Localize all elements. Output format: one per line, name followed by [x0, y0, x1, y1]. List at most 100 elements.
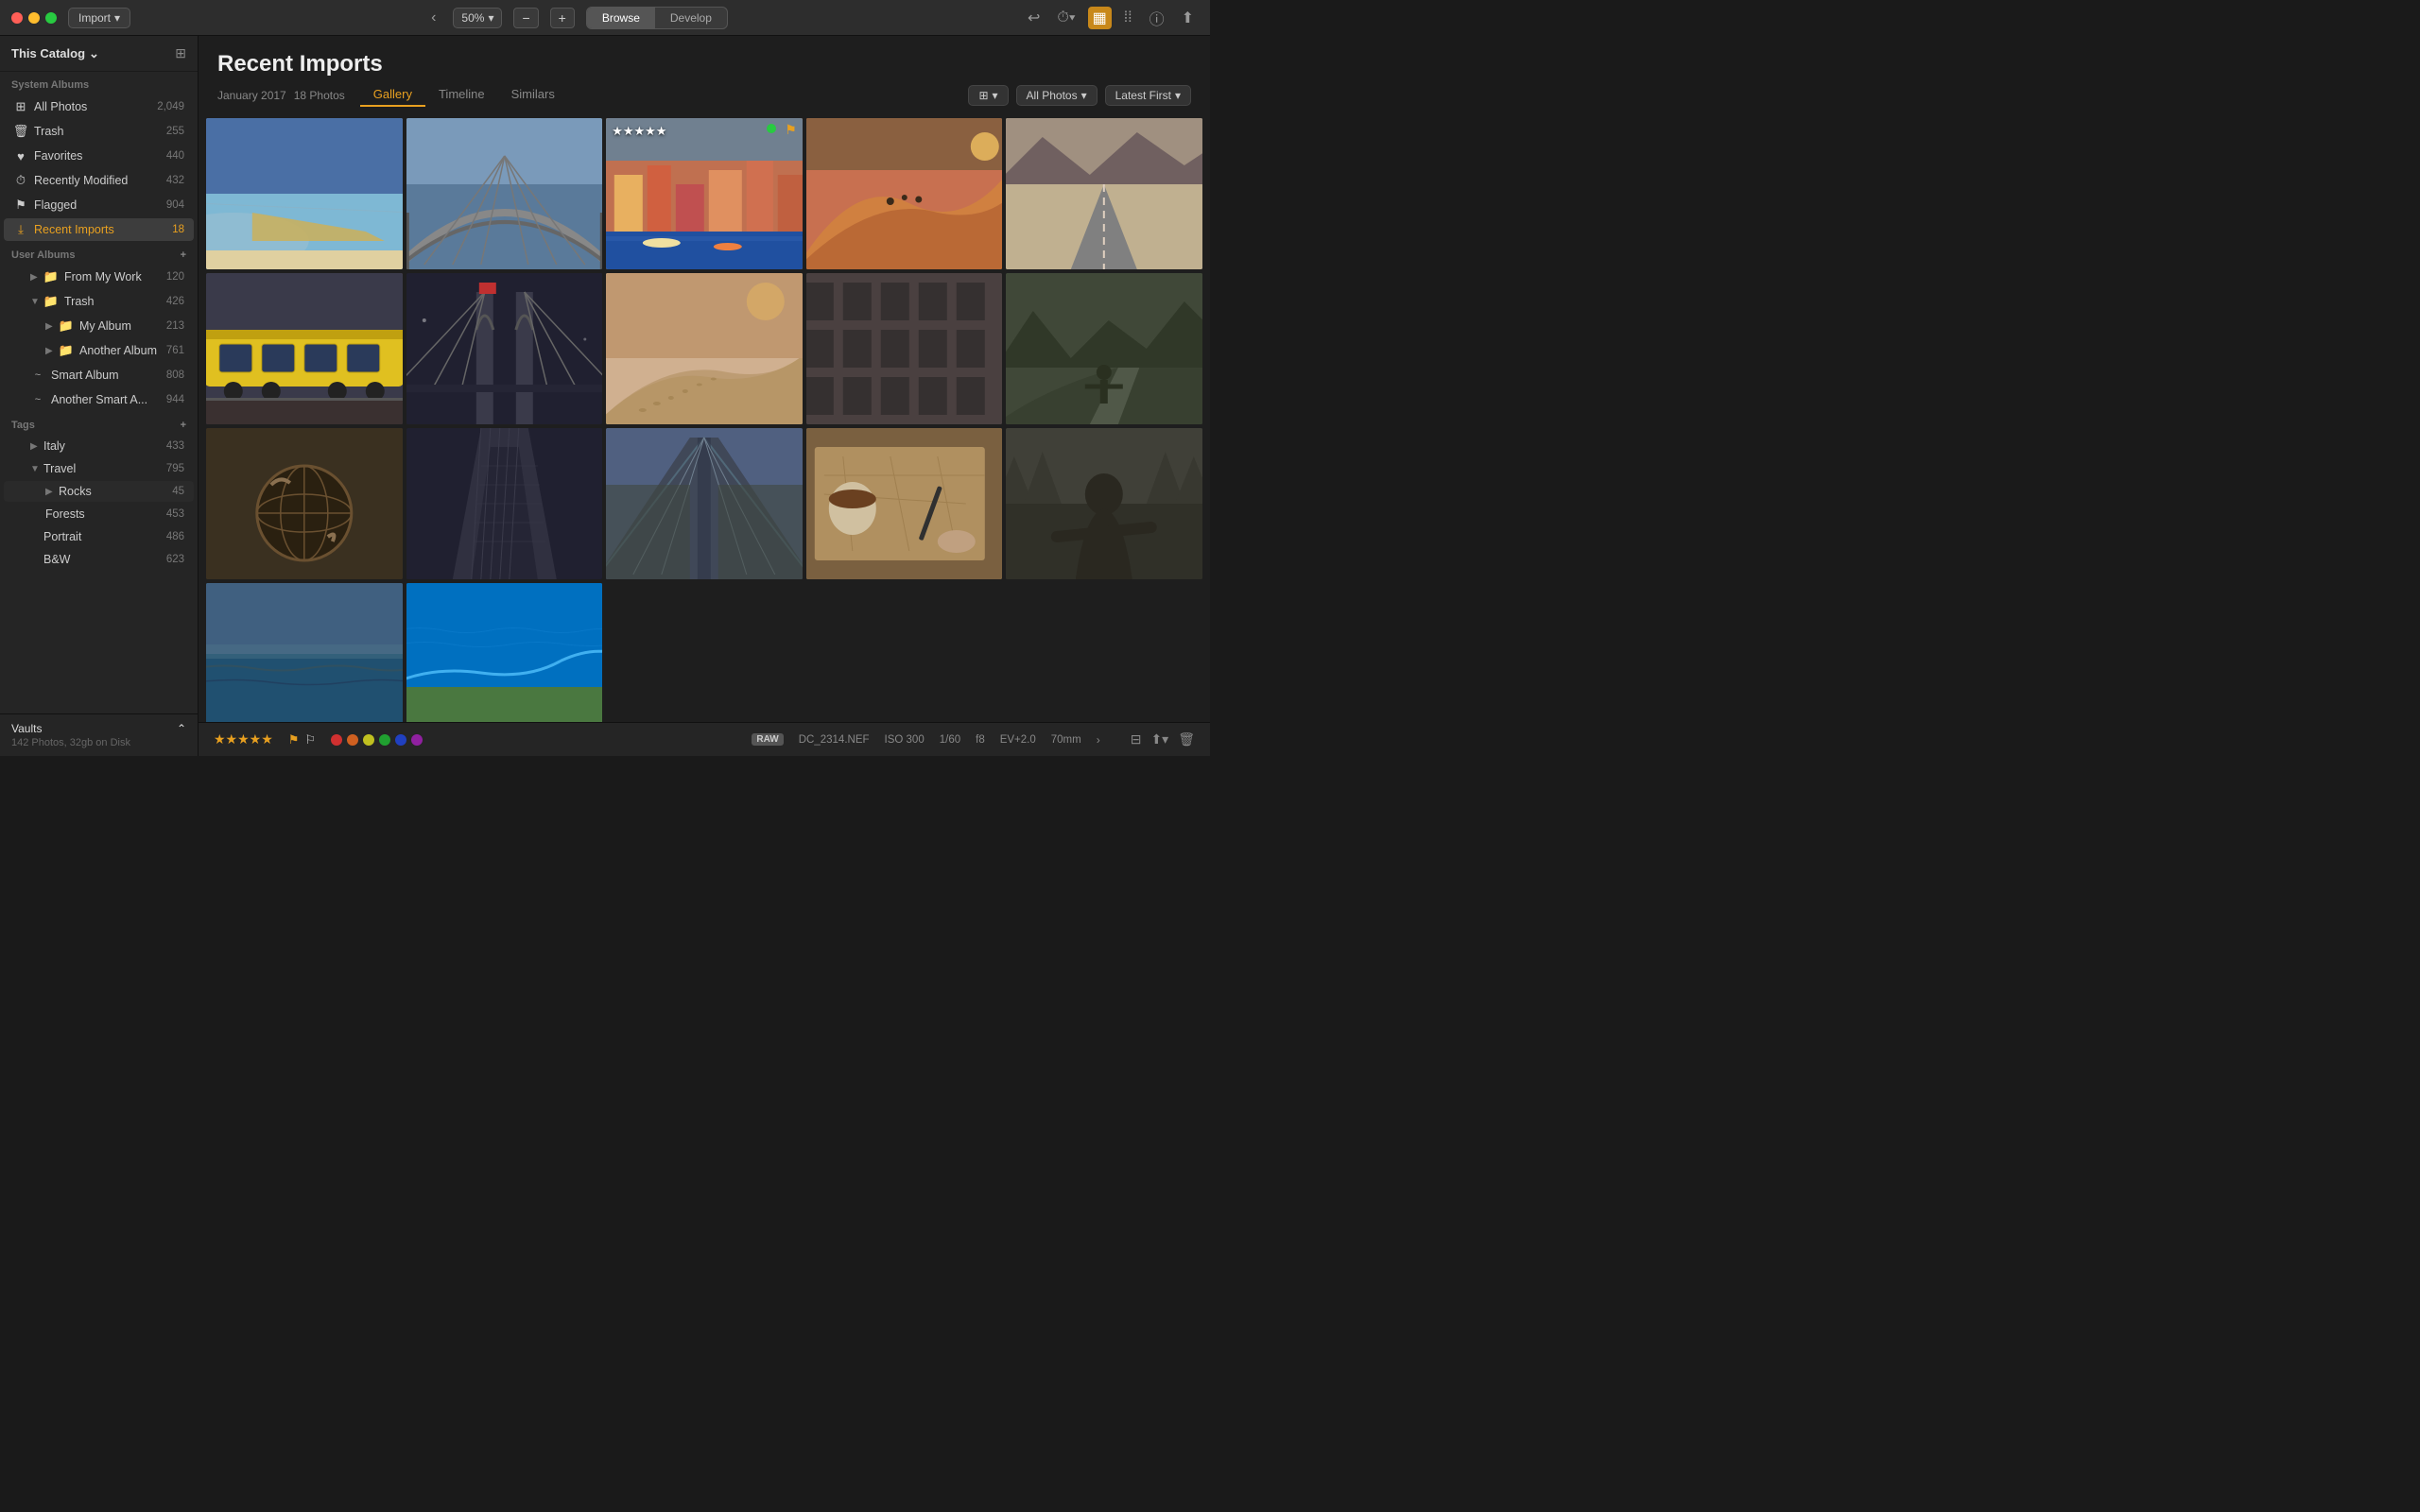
smart-album-label: Smart Album [51, 369, 162, 382]
tab-similars[interactable]: Similars [498, 83, 568, 107]
sidebar-item-flagged[interactable]: ⚑ Flagged 904 [4, 194, 194, 216]
expand-travel[interactable]: ▼ [30, 464, 42, 474]
sidebar-item-another-smart[interactable]: ~ Another Smart A... 944 [4, 388, 194, 411]
color-green[interactable] [379, 734, 390, 746]
expand-another-album[interactable]: ▶ [45, 346, 57, 356]
color-red[interactable] [331, 734, 342, 746]
back-button[interactable]: ‹ [425, 8, 441, 28]
traffic-lights [11, 12, 57, 24]
recent-imports-label: Recent Imports [34, 223, 162, 236]
focal: 70mm [1051, 734, 1081, 746]
content-title: Recent Imports [217, 51, 1191, 77]
photo-cell-6[interactable] [206, 273, 403, 424]
catalog-selector[interactable]: This Catalog ⌄ [11, 46, 99, 61]
photo-cell-7[interactable] [406, 273, 603, 424]
more-info[interactable]: › [1097, 733, 1100, 747]
photo-cell-2[interactable] [406, 118, 603, 269]
content-header-row: January 2017 18 Photos Gallery Timeline … [217, 83, 1191, 107]
compare-button[interactable]: ⊟ [1131, 731, 1142, 747]
color-purple[interactable] [411, 734, 423, 746]
status-stars[interactable]: ★★★★★ [214, 731, 273, 747]
panels-button[interactable]: ⁞⁞ [1119, 8, 1137, 28]
photo-cell-13[interactable] [606, 428, 803, 579]
photo-flag-3: ⚑ [785, 122, 797, 138]
expand-trash-album[interactable]: ▼ [30, 297, 42, 307]
sidebar-item-another-album[interactable]: ▶ 📁 Another Album 761 [4, 339, 194, 362]
fullscreen-button[interactable] [45, 12, 57, 24]
sidebar-item-rocks[interactable]: ▶ Rocks 45 [4, 481, 194, 502]
sidebar-item-my-album[interactable]: ▶ 📁 My Album 213 [4, 315, 194, 337]
sidebar-item-recently-modified[interactable]: ⏱ Recently Modified 432 [4, 169, 194, 192]
develop-button[interactable]: Develop [655, 8, 727, 28]
undo-button[interactable]: ↩ [1023, 7, 1045, 29]
photo-cell-3[interactable]: ★★★★★ ⚑ [606, 118, 803, 269]
expand-my-album[interactable]: ▶ [45, 321, 57, 332]
from-my-work-label: From My Work [64, 270, 162, 284]
photo-cell-10[interactable] [1006, 273, 1202, 424]
sidebar-item-portrait[interactable]: Portrait 486 [4, 526, 194, 547]
layout-button[interactable]: ▦ [1088, 7, 1112, 29]
vaults-header[interactable]: Vaults ⌃ [11, 722, 186, 735]
grid-view-button[interactable]: ⊞ ▾ [968, 85, 1008, 106]
sidebar-item-bw[interactable]: B&W 623 [4, 549, 194, 570]
import-button[interactable]: Import ▾ [68, 8, 130, 28]
zoom-out-button[interactable]: − [513, 8, 538, 28]
photo-cell-14[interactable] [806, 428, 1003, 579]
minimize-button[interactable] [28, 12, 40, 24]
sidebar-item-from-my-work[interactable]: ▶ 📁 From My Work 120 [4, 266, 194, 288]
ev: EV+2.0 [1000, 734, 1036, 746]
color-orange[interactable] [347, 734, 358, 746]
close-button[interactable] [11, 12, 23, 24]
photo-cell-9[interactable] [806, 273, 1003, 424]
sort-button[interactable]: Latest First ▾ [1105, 85, 1191, 106]
forests-count: 453 [162, 508, 184, 520]
sidebar-item-travel[interactable]: ▼ Travel 795 [4, 458, 194, 479]
sidebar-item-trash[interactable]: 🗑 Trash 255 [4, 120, 194, 143]
delete-button[interactable]: 🗑 [1178, 731, 1195, 747]
export-button[interactable]: ⬆▾ [1150, 731, 1168, 747]
tab-timeline[interactable]: Timeline [425, 83, 498, 107]
photo-cell-16[interactable] [206, 583, 403, 722]
sidebar-item-trash-album[interactable]: ▼ 📁 Trash 426 [4, 290, 194, 313]
photo-cell-17[interactable] [406, 583, 603, 722]
zoom-in-button[interactable]: + [550, 8, 575, 28]
share-button[interactable]: ⬆ [1177, 7, 1199, 29]
my-album-count: 213 [162, 320, 184, 332]
photo-cell-12[interactable] [406, 428, 603, 579]
photo-cell-15[interactable] [1006, 428, 1202, 579]
photo-cell-1[interactable] [206, 118, 403, 269]
photo-cell-4[interactable] [806, 118, 1003, 269]
add-album-icon[interactable]: + [181, 249, 186, 261]
filter-button[interactable]: All Photos ▾ [1016, 85, 1098, 106]
catalog-icon[interactable]: ⊞ [175, 45, 186, 61]
from-my-work-count: 120 [162, 271, 184, 283]
photo-cell-5[interactable] [1006, 118, 1202, 269]
sidebar-item-smart-album[interactable]: ~ Smart Album 808 [4, 364, 194, 387]
browse-button[interactable]: Browse [587, 8, 655, 28]
another-smart-icon: ~ [30, 392, 45, 407]
photo-cell-8[interactable] [606, 273, 803, 424]
color-yellow[interactable] [363, 734, 374, 746]
flag-outline[interactable]: ⚐ [304, 732, 316, 747]
color-blue[interactable] [395, 734, 406, 746]
sidebar-item-all-photos[interactable]: ⊞ All Photos 2,049 [4, 95, 194, 118]
bw-count: 623 [162, 554, 184, 565]
history-button[interactable]: ⏱▾ [1052, 8, 1080, 28]
smart-album-icon: ~ [30, 368, 45, 383]
sidebar-item-favorites[interactable]: ♥ Favorites 440 [4, 145, 194, 167]
expand-from-my-work[interactable]: ▶ [30, 272, 42, 283]
sidebar-item-italy[interactable]: ▶ Italy 433 [4, 436, 194, 456]
smart-album-count: 808 [162, 369, 184, 381]
sidebar-item-forests[interactable]: Forests 453 [4, 504, 194, 524]
photo-cell-11[interactable] [206, 428, 403, 579]
from-my-work-icon: 📁 [43, 269, 59, 284]
info-button[interactable]: ⓘ [1145, 5, 1169, 31]
add-tag-icon[interactable]: + [181, 420, 186, 431]
flag-filled[interactable]: ⚑ [288, 732, 300, 747]
tab-gallery[interactable]: Gallery [360, 83, 425, 107]
trash-album-count: 426 [162, 296, 184, 307]
expand-italy[interactable]: ▶ [30, 441, 42, 452]
sidebar-item-recent-imports[interactable]: ⤓ Recent Imports 18 [4, 218, 194, 241]
expand-rocks[interactable]: ▶ [45, 487, 57, 497]
zoom-control[interactable]: 50% ▾ [453, 8, 502, 28]
